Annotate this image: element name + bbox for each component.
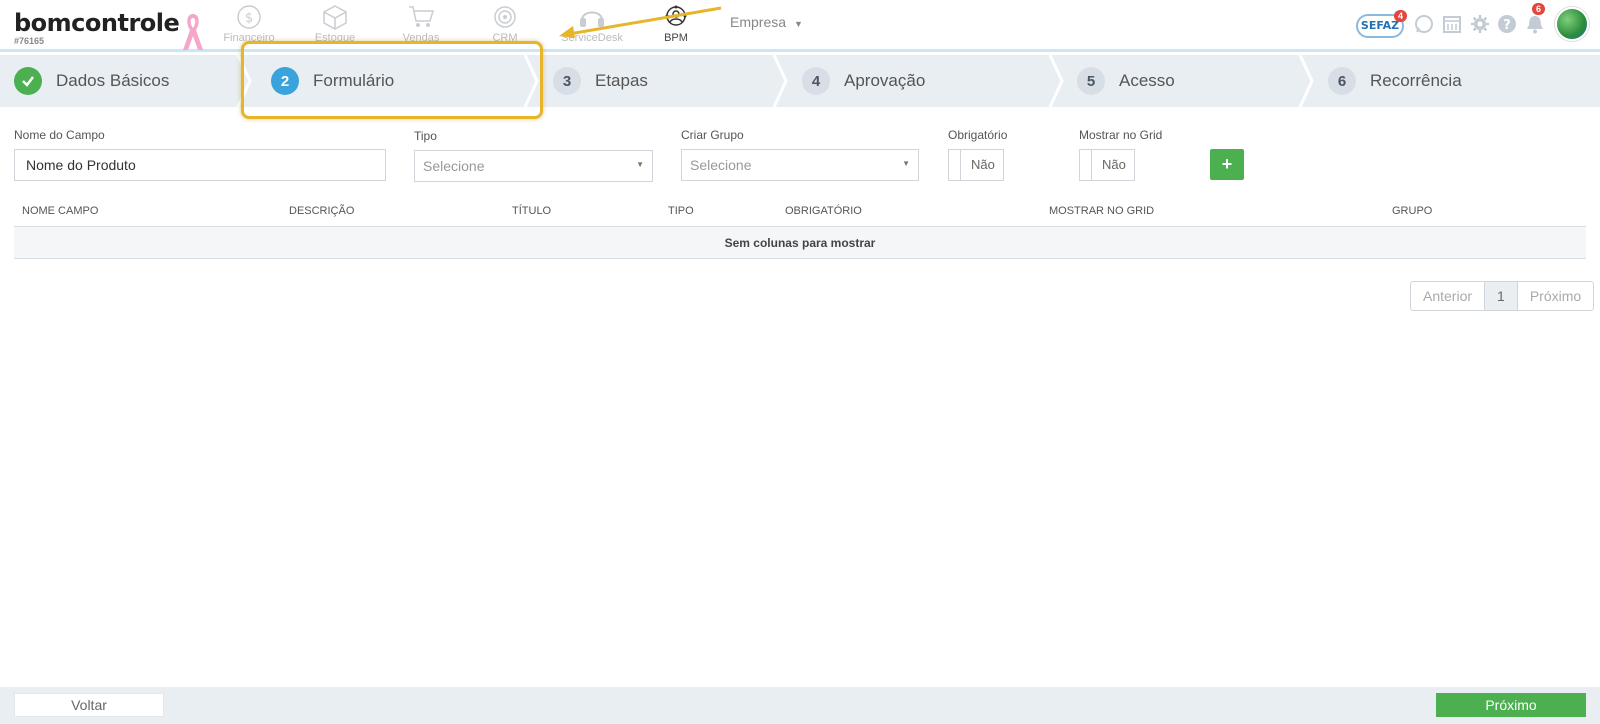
check-icon <box>14 67 42 95</box>
tipo-label: Tipo <box>414 129 437 143</box>
step-dados-basicos[interactable]: Dados Básicos <box>14 55 169 107</box>
step-number: 5 <box>1077 67 1105 95</box>
pink-ribbon-icon <box>183 14 203 50</box>
step-separator <box>772 55 788 107</box>
table-empty-message: Sem colunas para mostrar <box>14 227 1586 259</box>
footer-bar: Voltar Próximo <box>0 687 1600 724</box>
tipo-select[interactable]: Selecione ▼ <box>414 150 653 182</box>
column-header[interactable]: OBRIGATÓRIO <box>785 205 862 217</box>
toggle-text: Não <box>1102 157 1126 172</box>
add-field-button[interactable]: + <box>1210 149 1244 180</box>
step-label: Aprovação <box>844 71 926 90</box>
obrigatorio-toggle[interactable]: Não <box>948 149 1004 181</box>
caret-down-icon: ▼ <box>794 19 803 29</box>
box-icon <box>323 5 347 30</box>
pagination-next[interactable]: Próximo <box>1517 282 1594 310</box>
annotation-highlight-box <box>241 41 543 119</box>
column-header[interactable]: NOME CAMPO <box>22 205 98 217</box>
company-name: Empresa <box>730 14 787 30</box>
toggle-knob <box>949 150 961 180</box>
sefaz-label: SEFAZ <box>1360 19 1400 32</box>
help-icon[interactable]: ? <box>1496 13 1518 35</box>
tipo-select-value: Selecione <box>423 158 485 174</box>
calendar-icon[interactable] <box>1441 13 1463 35</box>
pagination: Anterior 1 Próximo <box>1410 281 1595 311</box>
step-number: 6 <box>1328 67 1356 95</box>
sefaz-badge: 4 <box>1394 10 1408 22</box>
svg-text:$: $ <box>245 11 253 26</box>
step-separator <box>1048 55 1064 107</box>
pagination-page[interactable]: 1 <box>1485 282 1518 310</box>
grupo-select-value: Selecione <box>690 157 752 173</box>
logo[interactable]: bomcontrole <box>14 9 180 37</box>
avatar[interactable] <box>1555 7 1589 41</box>
step-label: Etapas <box>595 71 648 90</box>
criar-grupo-select[interactable]: Selecione ▼ <box>681 149 919 181</box>
mostrar-grid-label: Mostrar no Grid <box>1079 128 1163 142</box>
column-header[interactable]: TÍTULO <box>512 205 551 217</box>
wizard-steps: Dados Básicos 2 Formulário 3 Etapas 4 Ap… <box>0 55 1600 107</box>
field-name-input[interactable]: Nome do Produto <box>14 149 386 181</box>
whatsapp-icon[interactable] <box>1413 13 1435 35</box>
gear-icon[interactable] <box>1469 13 1491 35</box>
svg-text:?: ? <box>1503 18 1511 33</box>
cart-icon <box>409 6 434 27</box>
column-header[interactable]: TIPO <box>668 205 694 217</box>
step-number: 4 <box>802 67 830 95</box>
step-etapas[interactable]: 3 Etapas <box>553 55 648 107</box>
step-recorrencia[interactable]: 6 Recorrência <box>1328 55 1462 107</box>
column-header[interactable]: GRUPO <box>1392 205 1432 217</box>
company-selector[interactable]: Empresa ▼ <box>730 14 803 30</box>
criar-grupo-label: Criar Grupo <box>681 128 744 142</box>
annotation-arrow <box>559 6 722 38</box>
step-label: Acesso <box>1119 71 1175 90</box>
step-aprovacao[interactable]: 4 Aprovação <box>802 55 925 107</box>
caret-down-icon: ▼ <box>902 159 910 168</box>
column-header[interactable]: MOSTRAR NO GRID <box>1049 205 1154 217</box>
step-number: 3 <box>553 67 581 95</box>
pagination-prev[interactable]: Anterior <box>1411 282 1486 310</box>
field-name-label: Nome do Campo <box>14 128 105 142</box>
toggle-text: Não <box>971 157 995 172</box>
table-header: NOME CAMPO DESCRIÇÃO TÍTULO TIPO OBRIGAT… <box>14 199 1586 227</box>
caret-down-icon: ▼ <box>636 160 644 169</box>
step-acesso[interactable]: 5 Acesso <box>1077 55 1175 107</box>
step-label: Dados Básicos <box>56 71 170 90</box>
back-button[interactable]: Voltar <box>14 693 164 717</box>
toggle-knob <box>1080 150 1092 180</box>
column-header[interactable]: DESCRIÇÃO <box>289 205 354 217</box>
step-separator <box>1298 55 1314 107</box>
obrigatorio-label: Obrigatório <box>948 128 1008 142</box>
account-id: #76165 <box>14 36 45 46</box>
mostrar-grid-toggle[interactable]: Não <box>1079 149 1135 181</box>
target-icon <box>494 6 516 28</box>
top-bar: bomcontrole #76165 $ Financeiro Estoque … <box>0 0 1600 52</box>
coin-icon: $ <box>237 5 261 29</box>
notifications-badge: 6 <box>1532 3 1546 15</box>
next-button[interactable]: Próximo <box>1436 693 1586 717</box>
bell-icon[interactable] <box>1524 13 1546 35</box>
step-label: Recorrência <box>1370 71 1462 90</box>
